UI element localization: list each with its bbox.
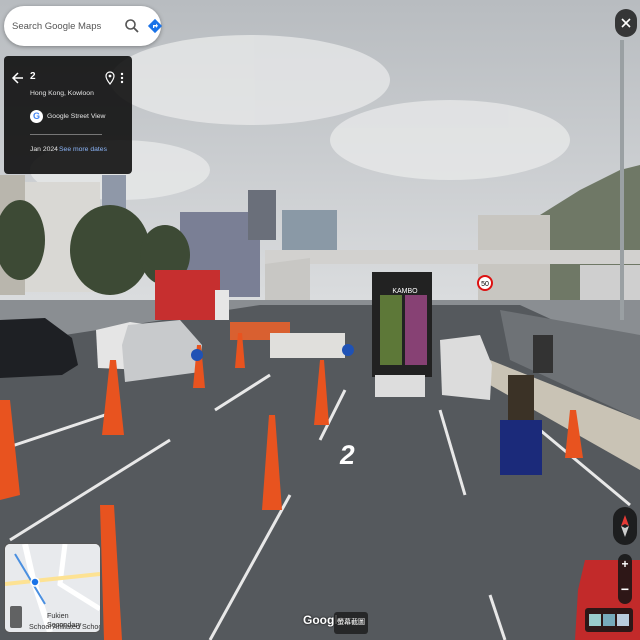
- expand-icon[interactable]: [10, 606, 22, 628]
- search-icon[interactable]: [124, 18, 140, 34]
- truck-brand-text: KAMBO: [392, 288, 418, 295]
- blue-sign-center: [342, 344, 354, 356]
- capture-date: Jan 2024: [30, 146, 58, 153]
- search-box[interactable]: [4, 6, 163, 46]
- minimap-label-line2: School Affiliated School: [29, 622, 101, 631]
- red-truck: [155, 270, 229, 320]
- blue-sign-left: [191, 349, 203, 361]
- compass-icon[interactable]: [613, 507, 637, 545]
- directions-icon[interactable]: [147, 18, 163, 34]
- black-suv: [0, 318, 78, 378]
- street-view-logo-icon: G: [30, 110, 43, 123]
- search-input[interactable]: [12, 20, 116, 32]
- speed-limit-text: 50: [481, 281, 489, 288]
- street-lamp: [620, 40, 624, 320]
- motorcycle-rider-far: [533, 335, 553, 373]
- screenshot-button[interactable]: 螢幕截圖: [334, 612, 368, 634]
- more-vert-icon[interactable]: [118, 71, 126, 85]
- pin-icon[interactable]: [105, 71, 115, 85]
- location-title: 2: [30, 71, 36, 82]
- layers-icon[interactable]: [585, 608, 633, 632]
- divider: [30, 134, 102, 135]
- close-icon: [621, 18, 631, 28]
- zoom-control: + −: [618, 554, 632, 604]
- back-arrow-icon[interactable]: [11, 71, 25, 85]
- zoom-in-icon[interactable]: +: [618, 557, 632, 571]
- location-info-card: 2 Hong Kong, Kowloon G Google Street Vie…: [4, 56, 132, 174]
- location-subtitle: Hong Kong, Kowloon: [30, 90, 94, 97]
- minimap[interactable]: Fukien Secondary School Affiliated Schoo…: [4, 543, 101, 633]
- close-button[interactable]: [615, 9, 637, 37]
- zoom-out-icon[interactable]: −: [618, 581, 632, 597]
- imagery-provider: Google Street View: [47, 113, 106, 120]
- box-truck: KAMBO: [372, 272, 432, 397]
- see-more-dates-link[interactable]: See more dates: [59, 146, 107, 153]
